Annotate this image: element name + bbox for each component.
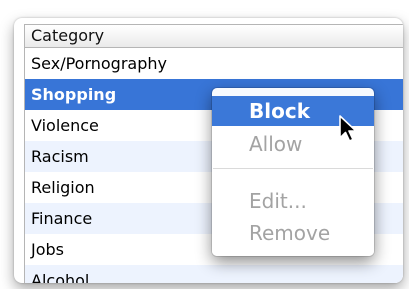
table-row-alcohol[interactable]: Alcohol [25,265,403,283]
table-row-sex-pornography[interactable]: Sex/Pornography [25,48,403,79]
arrow-pointer-icon [339,115,357,142]
menu-separator [213,168,373,169]
menu-item-remove[interactable]: Remove [212,218,374,248]
menu-item-edit[interactable]: Edit... [212,186,374,216]
column-header-category[interactable]: Category [25,25,403,48]
